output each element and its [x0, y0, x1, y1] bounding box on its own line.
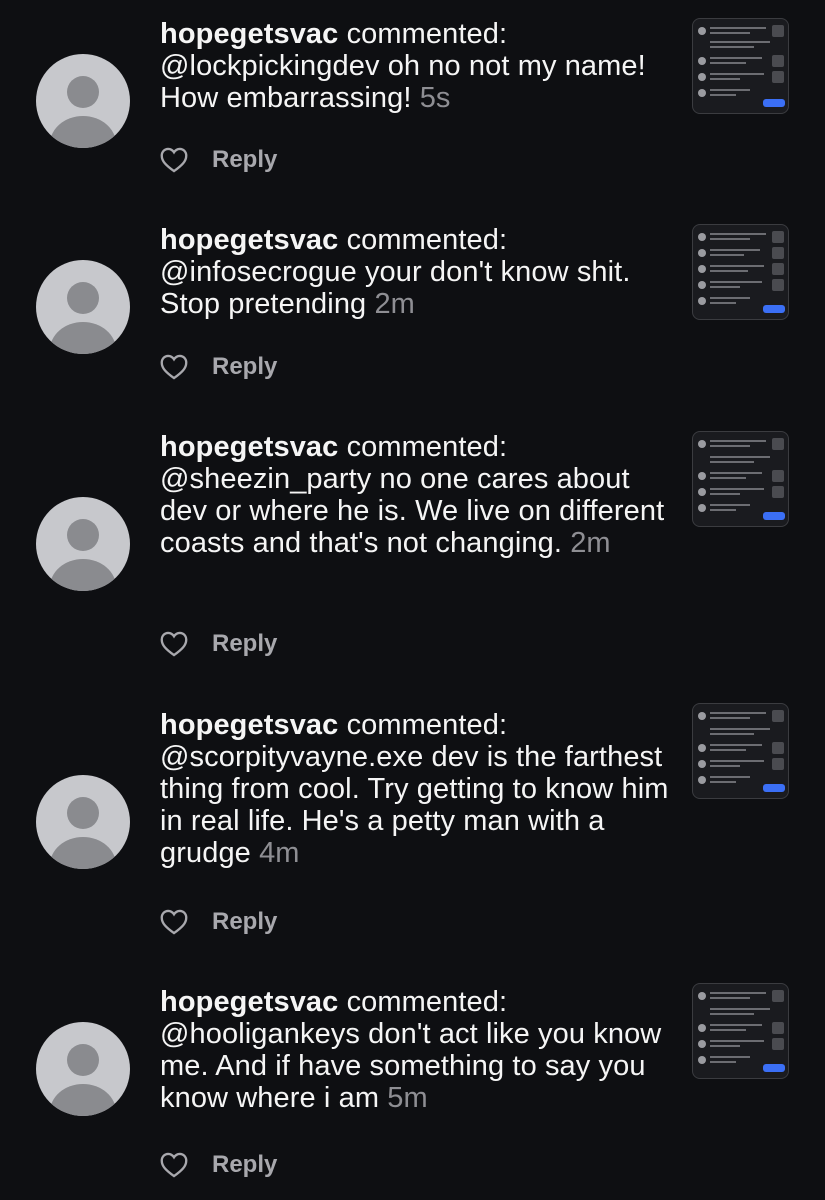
default-profile-icon-body — [50, 116, 116, 148]
comment-text: hopegetsvac commented: @sheezin_party no… — [160, 431, 680, 559]
avatar[interactable] — [36, 775, 130, 869]
username[interactable]: hopegetsvac — [160, 224, 338, 256]
heart-outline-icon[interactable] — [160, 909, 188, 935]
heart-outline-icon[interactable] — [160, 147, 188, 173]
avatar[interactable] — [36, 260, 130, 354]
heart-outline-icon[interactable] — [160, 354, 188, 380]
action-label: commented: — [346, 709, 508, 741]
action-label: commented: — [346, 986, 508, 1018]
reply-button[interactable]: Reply — [212, 353, 277, 381]
timestamp: 2m — [374, 288, 415, 320]
default-profile-icon-body — [50, 837, 116, 869]
timestamp: 5s — [419, 82, 451, 114]
timestamp: 2m — [570, 527, 611, 559]
comment-actions: Reply — [160, 907, 277, 937]
post-thumbnail[interactable] — [692, 983, 789, 1079]
default-profile-icon-head — [67, 282, 99, 314]
comment-text: hopegetsvac commented: @infosecrogue you… — [160, 224, 680, 320]
default-profile-icon-head — [67, 797, 99, 829]
reply-button[interactable]: Reply — [212, 630, 277, 658]
comment-actions: Reply — [160, 352, 277, 382]
post-thumbnail[interactable] — [692, 224, 789, 320]
reply-button[interactable]: Reply — [212, 146, 277, 174]
username[interactable]: hopegetsvac — [160, 18, 338, 50]
post-thumbnail[interactable] — [692, 703, 789, 799]
action-label: commented: — [346, 224, 508, 256]
avatar[interactable] — [36, 1022, 130, 1116]
reply-button[interactable]: Reply — [212, 908, 277, 936]
post-thumbnail[interactable] — [692, 18, 789, 114]
comment-text: hopegetsvac commented: @hooligankeys don… — [160, 986, 680, 1114]
comment-body: @scorpityvayne.exe dev is the farthest t… — [160, 741, 669, 869]
avatar[interactable] — [36, 497, 130, 591]
comment-actions: Reply — [160, 145, 277, 175]
heart-outline-icon[interactable] — [160, 631, 188, 657]
avatar[interactable] — [36, 54, 130, 148]
comment-body: @lockpickingdev oh no not my name! How e… — [160, 50, 646, 114]
heart-outline-icon[interactable] — [160, 1152, 188, 1178]
post-thumbnail[interactable] — [692, 431, 789, 527]
comment-text: hopegetsvac commented: @scorpityvayne.ex… — [160, 709, 680, 869]
default-profile-icon-head — [67, 1044, 99, 1076]
default-profile-icon-head — [67, 519, 99, 551]
default-profile-icon-body — [50, 1084, 116, 1116]
username[interactable]: hopegetsvac — [160, 709, 338, 741]
comment-text: hopegetsvac commented: @lockpickingdev o… — [160, 18, 680, 114]
default-profile-icon-body — [50, 559, 116, 591]
username[interactable]: hopegetsvac — [160, 431, 338, 463]
action-label: commented: — [346, 431, 508, 463]
timestamp: 5m — [387, 1082, 428, 1114]
username[interactable]: hopegetsvac — [160, 986, 338, 1018]
reply-button[interactable]: Reply — [212, 1151, 277, 1179]
default-profile-icon-body — [50, 322, 116, 354]
comment-actions: Reply — [160, 629, 277, 659]
action-label: commented: — [346, 18, 508, 50]
timestamp: 4m — [259, 837, 300, 869]
comment-actions: Reply — [160, 1150, 277, 1180]
default-profile-icon-head — [67, 76, 99, 108]
